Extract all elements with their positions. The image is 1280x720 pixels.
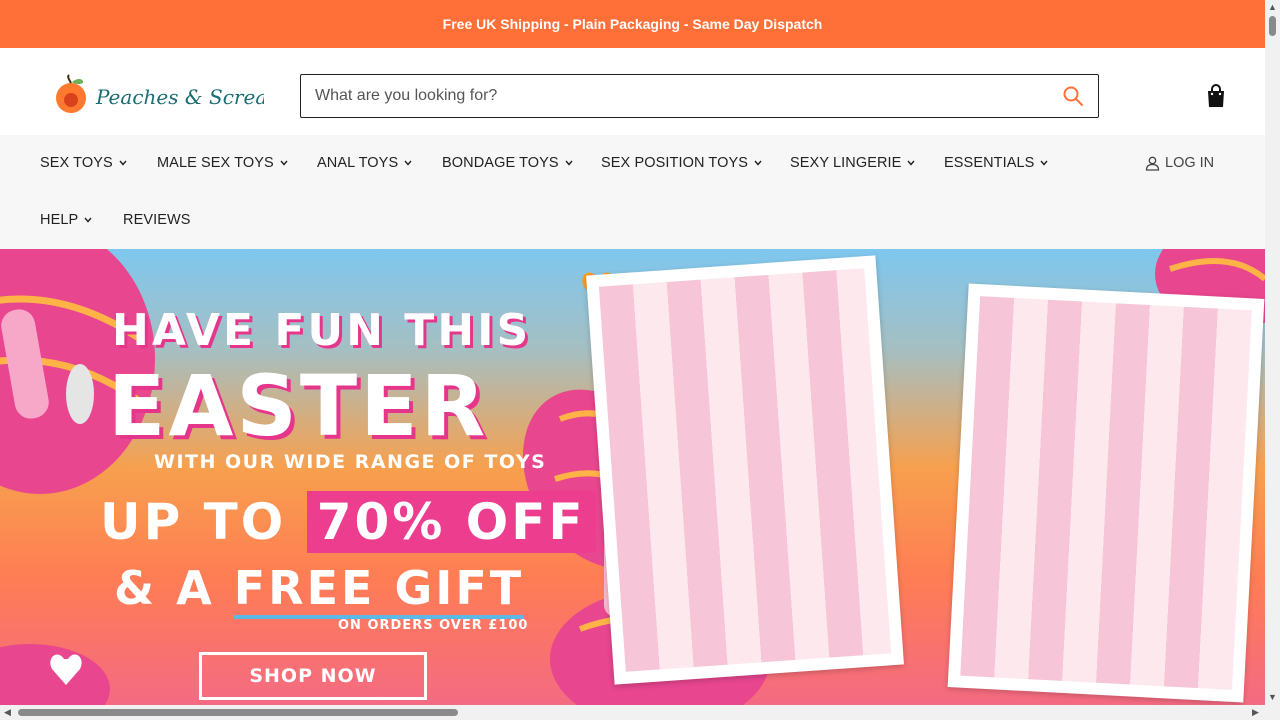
scrollbar-thumb[interactable] bbox=[1269, 16, 1276, 36]
user-icon bbox=[1145, 156, 1160, 171]
nav-item-label: SEX POSITION TOYS bbox=[601, 155, 749, 171]
shop-now-label: SHOP NOW bbox=[249, 665, 377, 687]
hero-photo-left bbox=[586, 255, 904, 685]
nav-item-essentials[interactable]: ESSENTIALS bbox=[944, 155, 1048, 171]
chevron-down-icon bbox=[119, 160, 127, 166]
hero-gift-prefix: & A bbox=[114, 561, 215, 615]
chevron-down-icon bbox=[1040, 160, 1048, 166]
nav-item-label: ANAL TOYS bbox=[317, 155, 399, 171]
search-input[interactable] bbox=[301, 75, 1069, 117]
hero-headline-1: HAVE FUN THIS bbox=[112, 305, 532, 356]
shopping-bag-icon[interactable] bbox=[1204, 84, 1228, 108]
toy-shape bbox=[66, 364, 94, 424]
egg-shell-shape bbox=[0, 644, 110, 705]
hero-gift: & A FREE GIFT bbox=[114, 561, 525, 619]
hero-gift-highlight: FREE GIFT bbox=[233, 561, 525, 619]
scroll-left-icon[interactable]: ◀ bbox=[4, 707, 11, 718]
logo-text: Peaches & Screams bbox=[95, 85, 264, 109]
vertical-scrollbar[interactable]: ▲ ▼ bbox=[1265, 0, 1280, 720]
hero-banner[interactable]: HAVE FUN THIS EASTER WITH OUR WIDE RANGE… bbox=[0, 249, 1265, 705]
login-label: LOG IN bbox=[1165, 155, 1215, 171]
login-link[interactable]: LOG IN bbox=[1145, 155, 1214, 171]
nav-item-sex-position-toys[interactable]: SEX POSITION TOYS bbox=[601, 155, 762, 171]
nav-item-label: ESSENTIALS bbox=[944, 155, 1035, 171]
scroll-up-icon[interactable]: ▲ bbox=[1268, 2, 1277, 12]
scroll-right-icon[interactable]: ▶ bbox=[1252, 707, 1259, 718]
nav-item-label: BONDAGE TOYS bbox=[442, 155, 559, 171]
nav-item-label: MALE SEX TOYS bbox=[157, 155, 274, 171]
search-bar bbox=[300, 74, 1099, 118]
nav-item-label: SEXY LINGERIE bbox=[790, 155, 902, 171]
hero-subheading: WITH OUR WIDE RANGE OF TOYS bbox=[154, 451, 547, 473]
nav-item-label: REVIEWS bbox=[123, 212, 191, 228]
scroll-down-icon[interactable]: ▼ bbox=[1268, 692, 1277, 702]
chevron-down-icon bbox=[907, 160, 915, 166]
hero-terms: ON ORDERS OVER £100 bbox=[338, 618, 529, 633]
nav-item-help[interactable]: HELP bbox=[40, 212, 92, 228]
hero-headline-2: EASTER bbox=[108, 357, 489, 455]
hero-discount-prefix: UP TO bbox=[100, 493, 287, 551]
hero-discount: UP TO 70% OFF bbox=[100, 491, 596, 553]
hero-photo-right bbox=[947, 283, 1265, 703]
chevron-down-icon bbox=[280, 160, 288, 166]
nav-item-sexy-lingerie[interactable]: SEXY LINGERIE bbox=[790, 155, 915, 171]
scrollbar-thumb[interactable] bbox=[18, 709, 458, 716]
shop-now-button[interactable]: SHOP NOW bbox=[199, 652, 427, 700]
chevron-down-icon bbox=[754, 160, 762, 166]
announcement-text: Free UK Shipping - Plain Packaging - Sam… bbox=[442, 16, 823, 32]
nav-item-label: HELP bbox=[40, 212, 79, 228]
nav-item-sex-toys[interactable]: SEX TOYS bbox=[40, 155, 127, 171]
main-nav: SEX TOYS MALE SEX TOYS ANAL TOYS BONDAGE… bbox=[0, 135, 1265, 249]
site-logo[interactable]: Peaches & Screams bbox=[52, 74, 264, 120]
chevron-down-icon bbox=[404, 160, 412, 166]
nav-item-bondage-toys[interactable]: BONDAGE TOYS bbox=[442, 155, 573, 171]
nav-item-label: SEX TOYS bbox=[40, 155, 113, 171]
nav-item-reviews[interactable]: REVIEWS bbox=[123, 212, 191, 228]
nav-item-anal-toys[interactable]: ANAL TOYS bbox=[317, 155, 412, 171]
nav-item-male-sex-toys[interactable]: MALE SEX TOYS bbox=[157, 155, 288, 171]
horizontal-scrollbar[interactable]: ◀ ▶ bbox=[0, 705, 1265, 720]
chevron-down-icon bbox=[565, 160, 573, 166]
chevron-down-icon bbox=[84, 217, 92, 223]
announcement-bar: Free UK Shipping - Plain Packaging - Sam… bbox=[0, 0, 1265, 48]
hero-discount-highlight: 70% OFF bbox=[306, 491, 596, 553]
site-header: Peaches & Screams bbox=[0, 48, 1265, 135]
search-icon[interactable] bbox=[1062, 85, 1084, 107]
